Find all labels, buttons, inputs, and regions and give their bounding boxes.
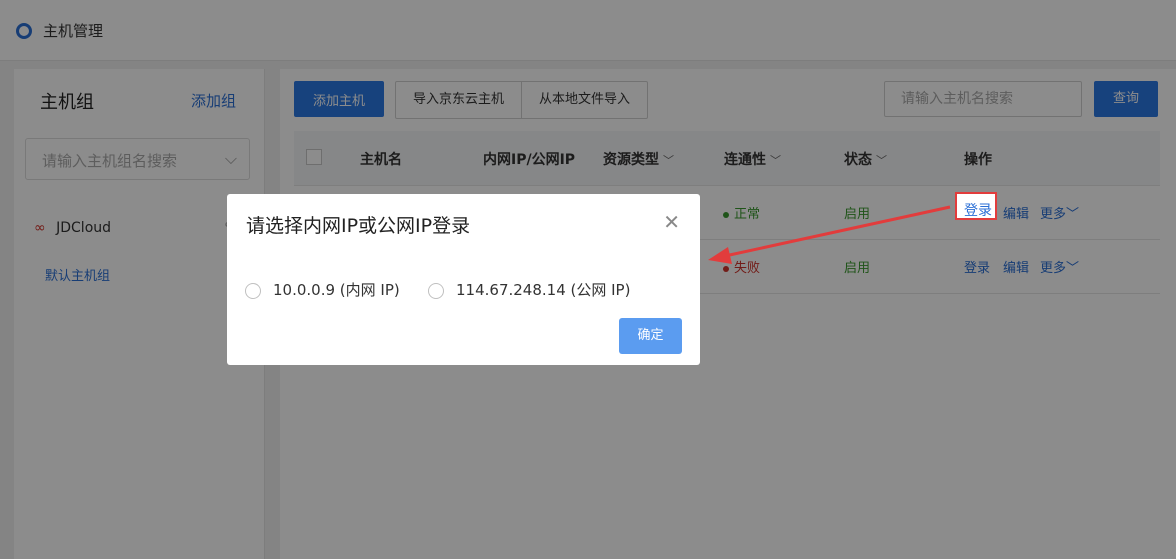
login-ip-dialog: 请选择内网IP或公网IP登录 ✕ 10.0.0.9 (内网 IP) 114.67… (227, 194, 700, 365)
radio-private-ip[interactable]: 10.0.0.9 (内网 IP) (245, 279, 400, 300)
radio-label: 10.0.0.9 (内网 IP) (273, 281, 400, 299)
radio-public-ip[interactable]: 114.67.248.14 (公网 IP) (428, 279, 630, 300)
radio-label: 114.67.248.14 (公网 IP) (456, 281, 631, 299)
confirm-button[interactable]: 确定 (619, 318, 682, 354)
radio-circle[interactable] (245, 282, 261, 299)
dialog-title: 请选择内网IP或公网IP登录 (246, 215, 471, 237)
radio-circle[interactable] (428, 282, 444, 299)
close-icon[interactable]: ✕ (663, 210, 680, 234)
